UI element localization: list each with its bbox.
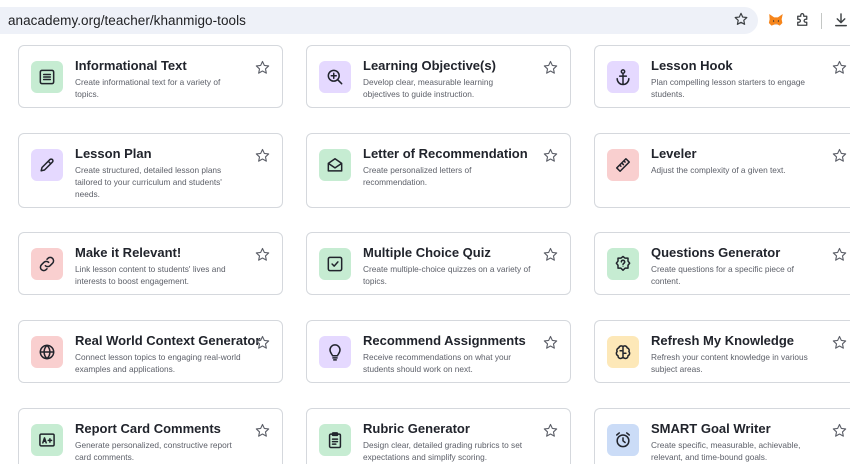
tool-title: Questions Generator bbox=[651, 245, 781, 260]
tool-description: Create questions for a specific piece of… bbox=[651, 264, 794, 286]
tool-title: Real World Context Generator bbox=[75, 333, 261, 348]
tool-icon-badge bbox=[319, 336, 351, 368]
favorite-star-icon[interactable] bbox=[831, 246, 848, 263]
tool-description: Refresh your content knowledge in variou… bbox=[651, 352, 808, 374]
favorite-star-icon[interactable] bbox=[831, 59, 848, 76]
tool-icon-badge bbox=[31, 149, 63, 181]
tool-title: Letter of Recommendation bbox=[363, 146, 528, 161]
tool-card-rubric-generator[interactable]: Rubric Generator Design clear, detailed g… bbox=[306, 408, 571, 464]
tool-description: Create structured, detailed lesson plans… bbox=[75, 165, 222, 199]
tool-description: Adjust the complexity of a given text. bbox=[651, 165, 786, 175]
tool-icon-badge bbox=[607, 424, 639, 456]
tool-card-leveler[interactable]: Leveler Adjust the complexity of a given … bbox=[594, 133, 850, 208]
tool-title: Multiple Choice Quiz bbox=[363, 245, 491, 260]
tool-icon-badge bbox=[31, 61, 63, 93]
tool-card-make-it-relevant[interactable]: Make it Relevant! Link lesson content to … bbox=[18, 232, 283, 295]
tool-description: Connect lesson topics to engaging real-w… bbox=[75, 352, 241, 374]
favorite-star-icon[interactable] bbox=[542, 147, 559, 164]
tool-card-letter-of-recommendation[interactable]: Letter of Recommendation Create personali… bbox=[306, 133, 571, 208]
tool-title: Refresh My Knowledge bbox=[651, 333, 795, 348]
favorite-star-icon[interactable] bbox=[254, 147, 271, 164]
tool-description: Develop clear, measurable learning objec… bbox=[363, 77, 494, 99]
link-icon bbox=[39, 256, 55, 272]
favorite-star-icon[interactable] bbox=[542, 422, 559, 439]
favorite-star-icon[interactable] bbox=[254, 422, 271, 439]
tool-icon-badge bbox=[319, 61, 351, 93]
tool-description: Link lesson content to students' lives a… bbox=[75, 264, 226, 286]
tools-grid: Informational Text Create informational t… bbox=[0, 0, 850, 464]
favorite-star-icon[interactable] bbox=[831, 334, 848, 351]
tool-card-report-card-comments[interactable]: Report Card Comments Generate personalize… bbox=[18, 408, 283, 464]
tool-icon-badge bbox=[319, 424, 351, 456]
brain-icon bbox=[615, 345, 631, 360]
tool-icon-badge bbox=[607, 248, 639, 280]
tool-title: Leveler bbox=[651, 146, 697, 161]
tool-card-real-world-context-generator[interactable]: Real World Context Generator Connect less… bbox=[18, 320, 283, 383]
question-badge-icon bbox=[615, 255, 631, 271]
tool-card-smart-goal-writer[interactable]: SMART Goal Writer Create specific, measur… bbox=[594, 408, 850, 464]
tool-description: Plan compelling lesson starters to engag… bbox=[651, 77, 806, 99]
tool-icon-badge bbox=[319, 149, 351, 181]
tool-description: Create specific, measurable, achievable,… bbox=[651, 440, 801, 462]
alarm-clock-icon bbox=[616, 432, 630, 448]
anchor-icon bbox=[616, 69, 630, 86]
envelope-icon bbox=[327, 158, 343, 172]
tool-title: Lesson Plan bbox=[75, 146, 152, 161]
tool-card-learning-objective-s[interactable]: Learning Objective(s) Develop clear, meas… bbox=[306, 45, 571, 108]
tool-title: Learning Objective(s) bbox=[363, 58, 496, 73]
favorite-star-icon[interactable] bbox=[831, 422, 848, 439]
tool-description: Create multiple-choice quizzes on a vari… bbox=[363, 264, 531, 286]
tool-card-recommend-assignments[interactable]: Recommend Assignments Receive recommendat… bbox=[306, 320, 571, 383]
tool-title: SMART Goal Writer bbox=[651, 421, 771, 436]
tool-icon-badge bbox=[31, 424, 63, 456]
tool-title: Make it Relevant! bbox=[75, 245, 182, 260]
tool-title: Lesson Hook bbox=[651, 58, 733, 73]
tool-icon-badge bbox=[607, 149, 639, 181]
favorite-star-icon[interactable] bbox=[254, 246, 271, 263]
grade-card-icon bbox=[39, 433, 55, 447]
tool-card-lesson-hook[interactable]: Lesson Hook Plan compelling lesson starte… bbox=[594, 45, 850, 108]
tool-icon-badge bbox=[607, 61, 639, 93]
tool-icon-badge bbox=[31, 336, 63, 368]
favorite-star-icon[interactable] bbox=[831, 147, 848, 164]
favorite-star-icon[interactable] bbox=[542, 334, 559, 351]
lightbulb-icon bbox=[329, 344, 341, 361]
tool-title: Report Card Comments bbox=[75, 421, 221, 436]
tool-description: Create personalized letters of recommend… bbox=[363, 165, 472, 187]
ruler-icon bbox=[616, 158, 630, 172]
favorite-star-icon[interactable] bbox=[254, 334, 271, 351]
tool-card-refresh-my-knowledge[interactable]: Refresh My Knowledge Refresh your content… bbox=[594, 320, 850, 383]
tool-description: Generate personalized, constructive repo… bbox=[75, 440, 232, 462]
tool-description: Design clear, detailed grading rubrics t… bbox=[363, 440, 523, 462]
zoom-plus-icon bbox=[327, 69, 343, 85]
pencil-icon bbox=[40, 158, 54, 172]
tool-card-lesson-plan[interactable]: Lesson Plan Create structured, detailed l… bbox=[18, 133, 283, 208]
tool-card-questions-generator[interactable]: Questions Generator Create questions for … bbox=[594, 232, 850, 295]
tool-description: Create informational text for a variety … bbox=[75, 77, 221, 99]
clipboard-icon bbox=[328, 432, 342, 449]
favorite-star-icon[interactable] bbox=[254, 59, 271, 76]
globe-icon bbox=[39, 344, 55, 360]
favorite-star-icon[interactable] bbox=[542, 246, 559, 263]
tool-description: Receive recommendations on what your stu… bbox=[363, 352, 512, 374]
tool-icon-badge bbox=[607, 336, 639, 368]
favorite-star-icon[interactable] bbox=[542, 59, 559, 76]
tool-title: Informational Text bbox=[75, 58, 187, 73]
tool-card-informational-text[interactable]: Informational Text Create informational t… bbox=[18, 45, 283, 108]
tool-icon-badge bbox=[319, 248, 351, 280]
tool-icon-badge bbox=[31, 248, 63, 280]
checkbox-icon bbox=[327, 256, 343, 272]
tool-title: Recommend Assignments bbox=[363, 333, 526, 348]
tool-card-multiple-choice-quiz[interactable]: Multiple Choice Quiz Create multiple-choi… bbox=[306, 232, 571, 295]
tool-title: Rubric Generator bbox=[363, 421, 470, 436]
text-document-icon bbox=[39, 69, 55, 85]
